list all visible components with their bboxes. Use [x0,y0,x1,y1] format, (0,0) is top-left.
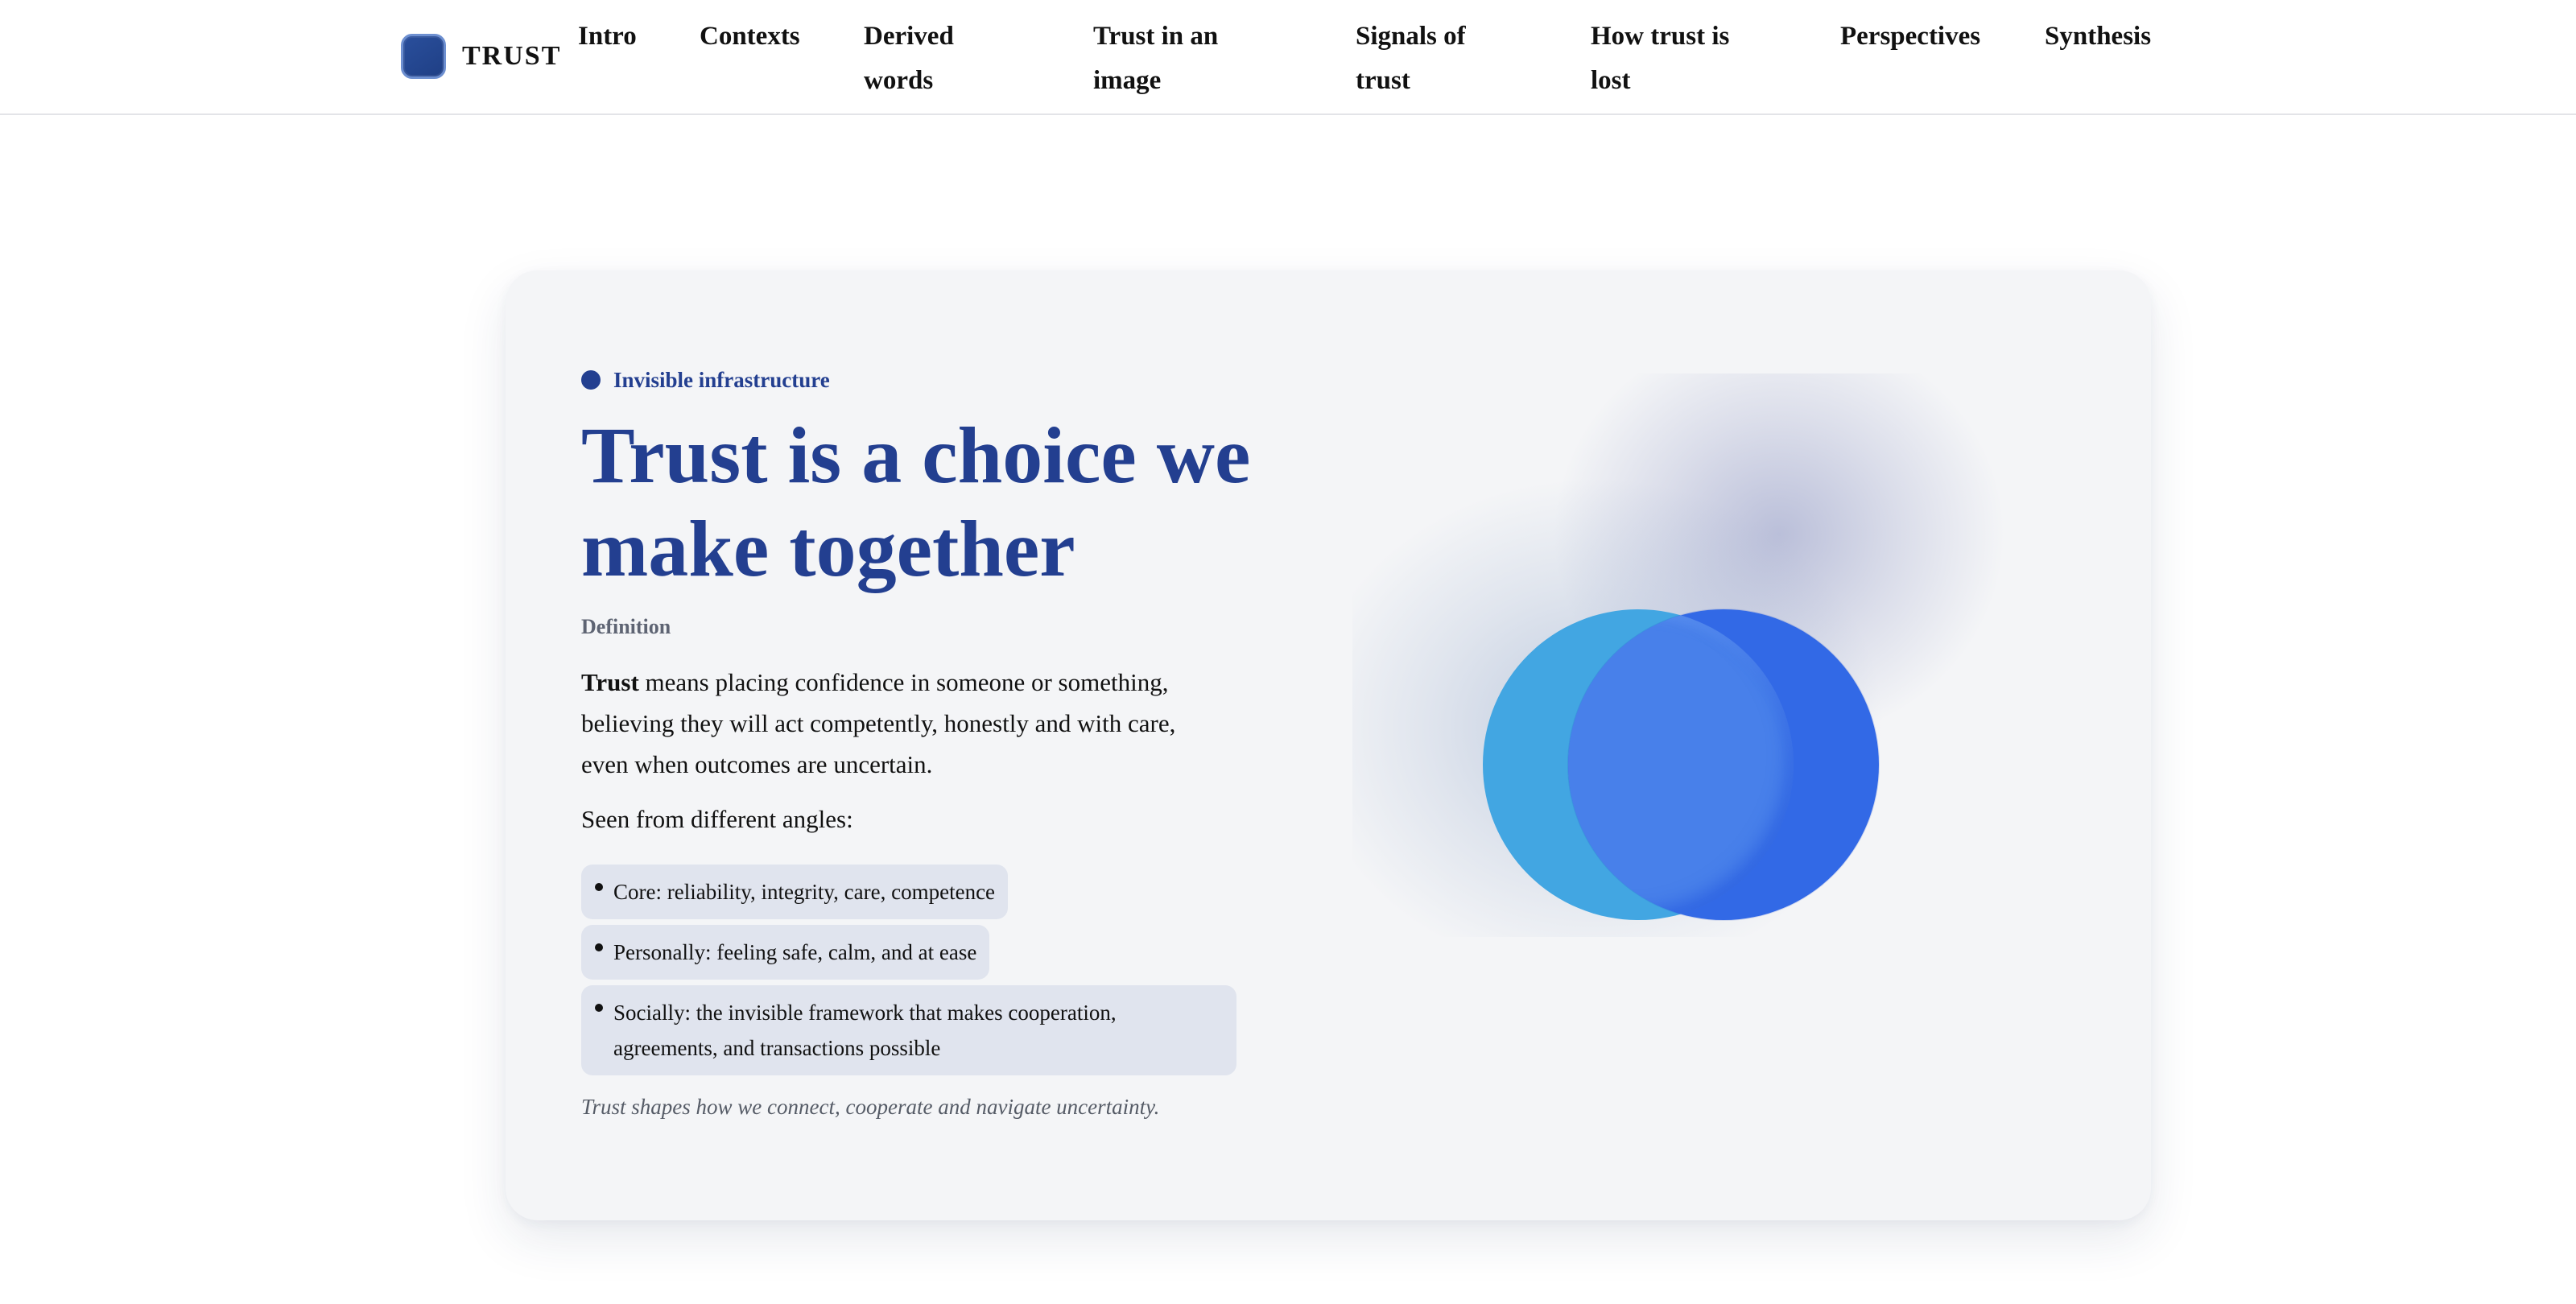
overlap-lens [1568,609,1879,920]
overlapping-circles-illustration [1352,373,2013,937]
section-kicker: Invisible infrastructure [581,365,830,394]
definition-text: Trust means placing confidence in someon… [581,662,1225,785]
brand[interactable]: TRUST [401,34,561,79]
hero-card: Invisible infrastructure Trust is a choi… [506,270,2151,1220]
overlap-lens-fill [1568,609,1794,920]
nav-item-signals-of-trust[interactable]: Signals of trust [1356,14,1492,103]
nav-item-synthesis[interactable]: Synthesis [2045,14,2151,59]
angle-item-text: Personally: feeling safe, calm, and at e… [613,940,977,964]
nav-item-trust-in-an-image[interactable]: Trust in an image [1093,14,1262,103]
angle-item-personally: Personally: feeling safe, calm, and at e… [581,925,990,980]
definition-body: means placing confidence in someone or s… [581,668,1176,778]
angle-item-text: Socially: the invisible framework that m… [613,1001,1117,1060]
bullet-icon [595,943,603,951]
bullet-icon [595,1004,603,1012]
nav-item-how-trust-is-lost[interactable]: How trust is lost [1591,14,1768,103]
kicker-dot-icon [581,370,601,390]
angle-item-socially: Socially: the invisible framework that m… [581,985,1236,1075]
logo-icon [401,34,446,79]
angles-intro: Seen from different angles: [581,805,853,833]
angle-item-core: Core: reliability, integrity, care, comp… [581,865,1009,919]
definition-term: Trust [581,668,639,696]
angle-item-text: Core: reliability, integrity, care, comp… [613,880,996,904]
nav-item-contexts[interactable]: Contexts [700,14,800,59]
nav-item-intro[interactable]: Intro [578,14,637,59]
nav-item-perspectives[interactable]: Perspectives [1840,14,1980,59]
nav-item-derived-words[interactable]: Derived words [864,14,985,103]
kicker-label: Invisible infrastructure [613,367,830,392]
site-header: TRUST Intro Contexts Derived words Trust… [0,0,2576,115]
footnote: Trust shapes how we connect, cooperate a… [581,1095,1160,1119]
page-title: Trust is a choice we make together [581,411,1251,593]
brand-name: TRUST [462,41,562,71]
definition-label: Definition [581,615,671,638]
bullet-icon [595,883,603,891]
